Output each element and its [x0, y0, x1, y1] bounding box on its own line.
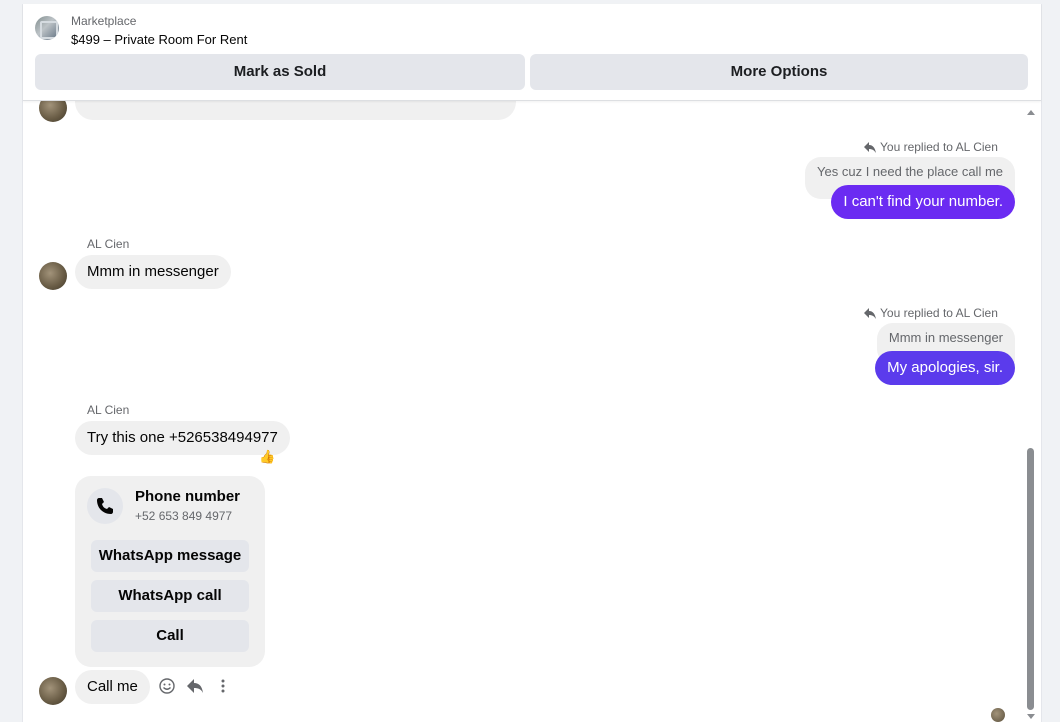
phone-icon	[87, 488, 123, 524]
avatar[interactable]	[39, 100, 67, 122]
conversation-header: Marketplace $499 – Private Room For Rent…	[23, 4, 1041, 101]
call-button[interactable]: Call	[91, 620, 249, 652]
reply-icon	[864, 142, 876, 156]
received-message[interactable]: Try this one +526538494977	[75, 421, 290, 455]
avatar[interactable]	[39, 262, 67, 290]
scrollbar-thumb[interactable]	[1027, 448, 1034, 710]
listing-title[interactable]: $499 – Private Room For Rent	[71, 32, 247, 47]
seen-avatar	[991, 708, 1005, 722]
whatsapp-call-button[interactable]: WhatsApp call	[91, 580, 249, 612]
received-message[interactable]: Mmm in messenger	[75, 255, 231, 289]
sender-name: AL Cien	[87, 237, 130, 251]
reply-indicator: You replied to AL Cien	[864, 306, 998, 322]
sender-name: AL Cien	[87, 403, 130, 417]
reply-icon	[864, 308, 876, 322]
thumbs-up-reaction[interactable]: 👍	[259, 449, 275, 465]
marketplace-label: Marketplace	[71, 14, 137, 28]
emoji-react-icon[interactable]	[159, 678, 175, 694]
reply-icon[interactable]	[187, 678, 203, 694]
more-options-button[interactable]: More Options	[530, 54, 1028, 90]
whatsapp-message-button[interactable]: WhatsApp message	[91, 540, 249, 572]
chat-panel: Marketplace $499 – Private Room For Rent…	[22, 4, 1042, 722]
avatar[interactable]	[39, 677, 67, 705]
card-phone-number: +52 653 849 4977	[135, 509, 233, 523]
card-title: Phone number	[135, 488, 241, 505]
message-list: You replied to AL Cien Yes cuz I need th…	[23, 100, 1041, 722]
scroll-up-arrow-icon[interactable]	[1027, 110, 1035, 115]
scroll-down-arrow-icon[interactable]	[1027, 714, 1035, 719]
sent-message[interactable]: My apologies, sir.	[875, 351, 1015, 385]
partial-message-bubble	[75, 100, 516, 120]
sent-message[interactable]: I can't find your number.	[831, 185, 1015, 219]
received-message[interactable]: Call me	[75, 670, 150, 704]
mark-as-sold-button[interactable]: Mark as Sold	[35, 54, 525, 90]
more-actions-icon[interactable]	[215, 678, 231, 694]
listing-thumbnail[interactable]	[35, 16, 59, 40]
reply-indicator: You replied to AL Cien	[864, 140, 998, 156]
phone-number-card: Phone number +52 653 849 4977 WhatsApp m…	[75, 476, 265, 667]
